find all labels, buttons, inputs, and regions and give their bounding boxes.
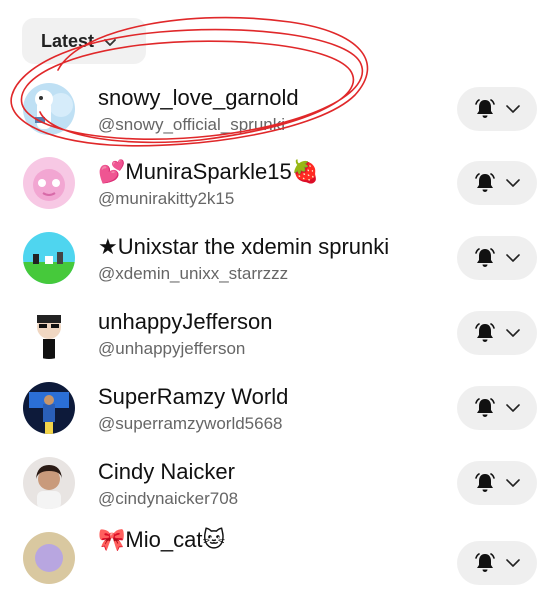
bell-icon: [474, 397, 496, 419]
sort-label: Latest: [41, 30, 95, 51]
notification-button[interactable]: [457, 236, 537, 280]
account-name[interactable]: ★Unixstar the xdemin sprunki: [98, 234, 389, 260]
notification-button[interactable]: [457, 386, 537, 430]
list-item[interactable]: snowy_love_garnold @snowy_official_sprun…: [0, 72, 560, 146]
notification-button[interactable]: [457, 161, 537, 205]
bell-icon: [474, 472, 496, 494]
chevron-down-icon: [506, 178, 520, 188]
account-handle: @snowy_official_sprunki: [98, 115, 286, 134]
account-name[interactable]: 🎀Mio_cat🐱: [98, 527, 225, 553]
bell-icon: [474, 98, 496, 120]
avatar[interactable]: [23, 532, 75, 584]
avatar[interactable]: [23, 157, 75, 209]
account-name[interactable]: snowy_love_garnold: [98, 85, 299, 111]
list-item[interactable]: ★Unixstar the xdemin sprunki @xdemin_uni…: [0, 221, 560, 295]
bell-icon: [474, 172, 496, 194]
sort-dropdown[interactable]: Latest: [22, 18, 146, 64]
bell-icon: [474, 247, 496, 269]
account-handle: @cindynaicker708: [98, 489, 239, 508]
account-handle: @unhappyjefferson: [98, 339, 246, 358]
list-item[interactable]: 🎀Mio_cat🐱: [0, 521, 560, 595]
list-item[interactable]: Cindy Naicker @cindynaicker708: [0, 446, 560, 520]
chevron-down-icon: [506, 478, 520, 488]
account-name[interactable]: unhappyJefferson: [98, 309, 273, 335]
chevron-down-icon: [506, 253, 520, 263]
avatar[interactable]: [23, 307, 75, 359]
account-handle: @xdemin_unixx_starrzzz: [98, 264, 289, 283]
notification-button[interactable]: [457, 311, 537, 355]
chevron-down-icon: [506, 104, 520, 114]
bell-icon: [474, 322, 496, 344]
list-item[interactable]: unhappyJefferson @unhappyjefferson: [0, 296, 560, 370]
account-name[interactable]: 💕MuniraSparkle15🍓: [98, 159, 319, 185]
list-item[interactable]: SuperRamzy World @superramzyworld5668: [0, 371, 560, 445]
avatar[interactable]: [23, 232, 75, 284]
avatar[interactable]: [23, 83, 75, 135]
chevron-down-icon: [104, 31, 116, 52]
account-name[interactable]: SuperRamzy World: [98, 384, 288, 410]
account-name[interactable]: Cindy Naicker: [98, 459, 235, 485]
notification-button[interactable]: [457, 541, 537, 585]
chevron-down-icon: [506, 403, 520, 413]
avatar[interactable]: [23, 382, 75, 434]
notification-button[interactable]: [457, 87, 537, 131]
chevron-down-icon: [506, 328, 520, 338]
notification-button[interactable]: [457, 461, 537, 505]
bell-icon: [474, 552, 496, 574]
account-handle: @superramzyworld5668: [98, 414, 283, 433]
list-item[interactable]: 💕MuniraSparkle15🍓 @munirakitty2k15: [0, 146, 560, 220]
account-handle: @munirakitty2k15: [98, 189, 235, 208]
avatar[interactable]: [23, 457, 75, 509]
